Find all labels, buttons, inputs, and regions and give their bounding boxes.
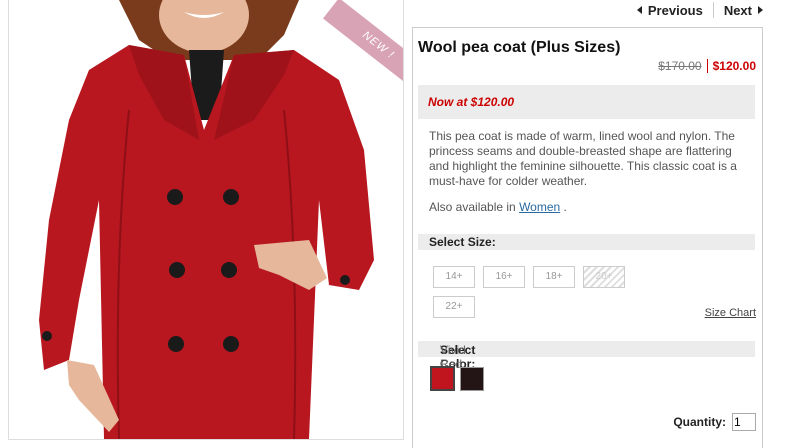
product-description: This pea coat is made of warm, lined woo…: [429, 129, 737, 188]
quantity-label: Quantity:: [673, 415, 726, 429]
size-option-18[interactable]: 18+: [533, 266, 575, 288]
arrow-left-icon: [636, 6, 642, 14]
also-available: Also available in Women .: [429, 200, 567, 214]
size-chart-link[interactable]: Size Chart: [705, 307, 756, 319]
also-available-suffix: .: [563, 200, 567, 214]
product-title: Wool pea coat (Plus Sizes): [418, 39, 621, 56]
now-at-text: Now at $120.00: [428, 95, 515, 109]
women-link[interactable]: Women: [519, 200, 560, 214]
also-available-prefix: Also available in: [429, 200, 516, 214]
quantity-input[interactable]: [732, 413, 756, 431]
select-size-header: Select Size:: [418, 234, 755, 250]
coat-photo: [39, 0, 374, 439]
product-details-panel: Wool pea coat (Plus Sizes) $170.00 $120.…: [412, 27, 763, 448]
product-image[interactable]: NEW !: [8, 0, 404, 440]
previous-label: Previous: [647, 2, 703, 18]
price-divider: [706, 59, 708, 73]
product-nav: Previous Next: [636, 2, 763, 18]
original-price: $170.00: [658, 59, 702, 73]
quantity-block: Quantity:: [673, 413, 756, 431]
nav-divider: [712, 2, 714, 18]
color-swatch-black[interactable]: [460, 367, 484, 391]
price-block: $170.00 $120.00: [658, 59, 756, 73]
select-color-header: Select Color: Vivid Red: [418, 341, 755, 371]
color-swatch-red[interactable]: [430, 366, 455, 391]
select-size-label: Select Size:: [429, 235, 496, 249]
size-option-14[interactable]: 14+: [433, 266, 475, 288]
previous-link[interactable]: Previous: [636, 2, 703, 18]
sale-price: $120.00: [712, 59, 756, 73]
size-option-20-unavailable: 20+: [583, 266, 625, 288]
next-label: Next: [723, 2, 752, 18]
next-link[interactable]: Next: [724, 3, 763, 18]
size-option-22[interactable]: 22+: [433, 296, 475, 318]
arrow-right-icon: [758, 6, 763, 14]
now-at-banner: Now at $120.00: [418, 85, 755, 119]
size-option-16[interactable]: 16+: [483, 266, 525, 288]
